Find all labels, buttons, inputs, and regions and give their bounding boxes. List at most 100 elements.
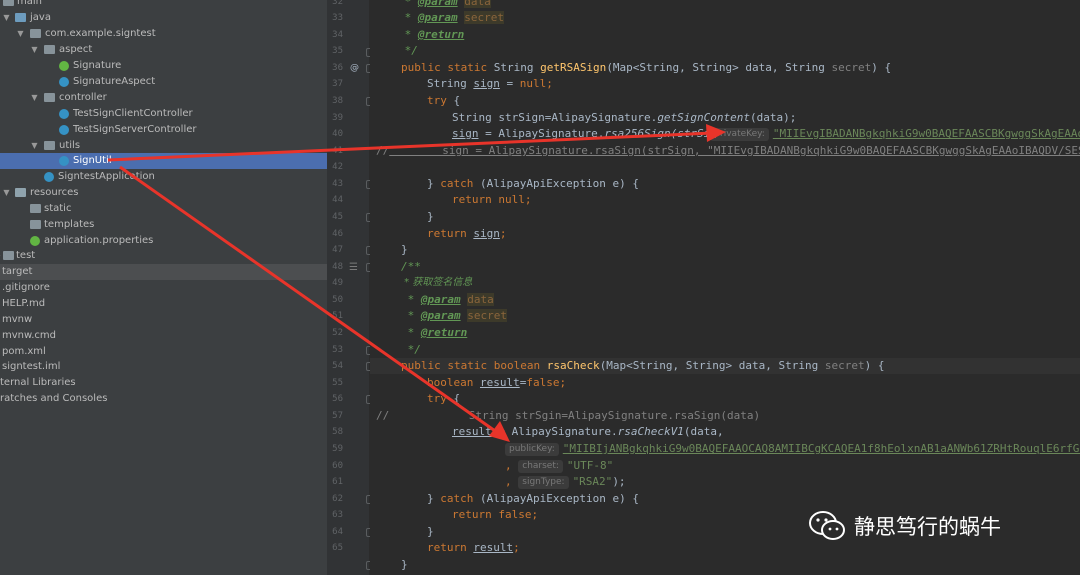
tree-item-main[interactable]: main [0, 0, 327, 10]
class-icon [59, 156, 69, 166]
line-number: 47 [332, 245, 343, 255]
tree-item-controller[interactable]: ▼ controller [0, 90, 327, 106]
code-token: ); [612, 475, 626, 488]
tree-item-target[interactable]: target [0, 264, 327, 280]
expand-arrow-icon[interactable]: ▼ [2, 10, 11, 26]
tree-item-mvnw[interactable]: mvnw [0, 312, 327, 328]
tree-item-static[interactable]: static [0, 201, 327, 217]
tree-item-label: java [30, 12, 51, 23]
line-number: 55 [332, 378, 343, 388]
line-number: 39 [332, 113, 343, 123]
code-token: result [479, 376, 520, 389]
tree-item-label: static [44, 203, 72, 214]
code-token: null [519, 77, 547, 90]
tree-item-label: aspect [59, 44, 93, 55]
code-token: = AlipaySignature. [491, 425, 618, 438]
parameter-hint: charset: [518, 460, 563, 473]
expand-arrow-icon[interactable]: ▼ [30, 138, 39, 154]
code-token: rsaCheckV1 [617, 425, 684, 438]
tree-item-signtestapplication[interactable]: SigntestApplication [0, 169, 327, 185]
code-token: "RSA2" [572, 475, 613, 488]
tree-item-templates[interactable]: templates [0, 217, 327, 233]
code-token: sign = AlipaySignature.rsaSign(strSign, … [389, 144, 1080, 157]
javadoc-render-icon[interactable]: ☰ [349, 263, 358, 273]
expand-arrow-icon[interactable]: ▼ [30, 42, 39, 58]
code-token: } [427, 492, 441, 505]
tree-item-signtest-iml[interactable]: signtest.iml [0, 359, 327, 375]
code-token: @param [417, 11, 458, 24]
tree-item-label: test [16, 250, 36, 261]
code-token: * [401, 326, 421, 339]
code-token: sign [473, 77, 500, 90]
tree-item-label: target [2, 266, 33, 277]
tree-item-signutil[interactable]: SignUtil [0, 153, 327, 169]
tree-item-gitignore[interactable]: .gitignore [0, 280, 327, 296]
code-editor[interactable]: * @param data * @param secret * @return … [370, 0, 1080, 575]
line-number: 46 [332, 229, 343, 239]
code-token: getSignContent [657, 111, 751, 124]
tree-item-pom-xml[interactable]: pom.xml [0, 344, 327, 360]
code-token: (AlipayApiException e) { [473, 177, 639, 190]
code-token: @param [420, 293, 461, 306]
tree-item-mvnw-cmd[interactable]: mvnw.cmd [0, 328, 327, 344]
code-token: result [452, 425, 492, 438]
code-token: ; [559, 376, 567, 389]
tree-item-testsignclientcontroller[interactable]: TestSignClientController [0, 106, 327, 122]
code-token: @param [420, 309, 461, 322]
code-token: (data); [750, 111, 797, 124]
tree-item-scratches[interactable]: ratches and Consoles [0, 391, 327, 407]
method-name: getRSASign [540, 61, 607, 74]
code-token: (Map<String, String> data, String [606, 61, 832, 74]
tree-item-resources[interactable]: ▼ resources [0, 185, 327, 201]
tree-item-package[interactable]: ▼ com.example.signtest [0, 26, 327, 42]
code-token: data [467, 293, 494, 306]
line-number: 51 [332, 311, 343, 321]
package-icon [44, 93, 55, 102]
wechat-icon [809, 511, 845, 540]
tree-item-label: HELP.md [2, 298, 46, 309]
tree-item-label: signtest.iml [2, 361, 61, 372]
expand-arrow-icon[interactable]: ▼ [30, 90, 39, 106]
folder-icon [15, 13, 26, 22]
package-icon [44, 45, 55, 54]
tree-item-aspect[interactable]: ▼ aspect [0, 42, 327, 58]
code-token: // [376, 409, 390, 422]
tree-item-application-properties[interactable]: application.properties [0, 233, 327, 249]
line-number: 42 [332, 162, 343, 172]
tree-item-label: TestSignServerController [73, 124, 197, 135]
tree-item-external-libraries[interactable]: ternal Libraries [0, 375, 327, 391]
tree-item-test[interactable]: ▸ test [0, 248, 327, 264]
annotation-gutter-icon[interactable]: @ [350, 60, 359, 76]
tree-item-label: .gitignore [2, 282, 50, 293]
code-line: /** [401, 260, 421, 273]
line-number: 37 [332, 79, 343, 89]
line-number: 65 [332, 543, 343, 553]
code-token: secret [467, 309, 507, 322]
folder-icon [3, 0, 14, 6]
tree-item-label: resources [30, 187, 79, 198]
tree-item-label: pom.xml [2, 346, 46, 357]
code-token: * [398, 28, 418, 41]
tree-item-help-md[interactable]: HELP.md [0, 296, 327, 312]
code-token: = AlipaySignature. [478, 127, 605, 140]
watermark-text: 静思笃行的蜗牛 [854, 515, 1001, 539]
folder-icon [3, 251, 14, 260]
code-token: result [473, 541, 514, 554]
code-token: sign [452, 127, 479, 140]
code-token: ) { [871, 61, 892, 74]
expand-arrow-icon[interactable]: ▼ [16, 26, 25, 42]
tree-item-signatureaspect[interactable]: SignatureAspect [0, 74, 327, 90]
class-icon [59, 109, 69, 119]
tree-item-testsignservercontroller[interactable]: TestSignServerController [0, 122, 327, 138]
tree-item-java[interactable]: ▼ java [0, 10, 327, 26]
expand-arrow-icon[interactable]: ▼ [2, 185, 11, 201]
tree-item-label: ratches and Consoles [0, 393, 108, 404]
code-token: , [505, 475, 519, 488]
tree-item-utils[interactable]: ▼ utils [0, 138, 327, 154]
line-number: 36 [332, 63, 343, 73]
line-number: 53 [332, 345, 343, 355]
code-line: */ [401, 343, 421, 356]
tree-item-signature[interactable]: Signature [0, 58, 327, 74]
tree-item-label: com.example.signtest [45, 28, 156, 39]
resources-folder-icon [15, 188, 26, 197]
